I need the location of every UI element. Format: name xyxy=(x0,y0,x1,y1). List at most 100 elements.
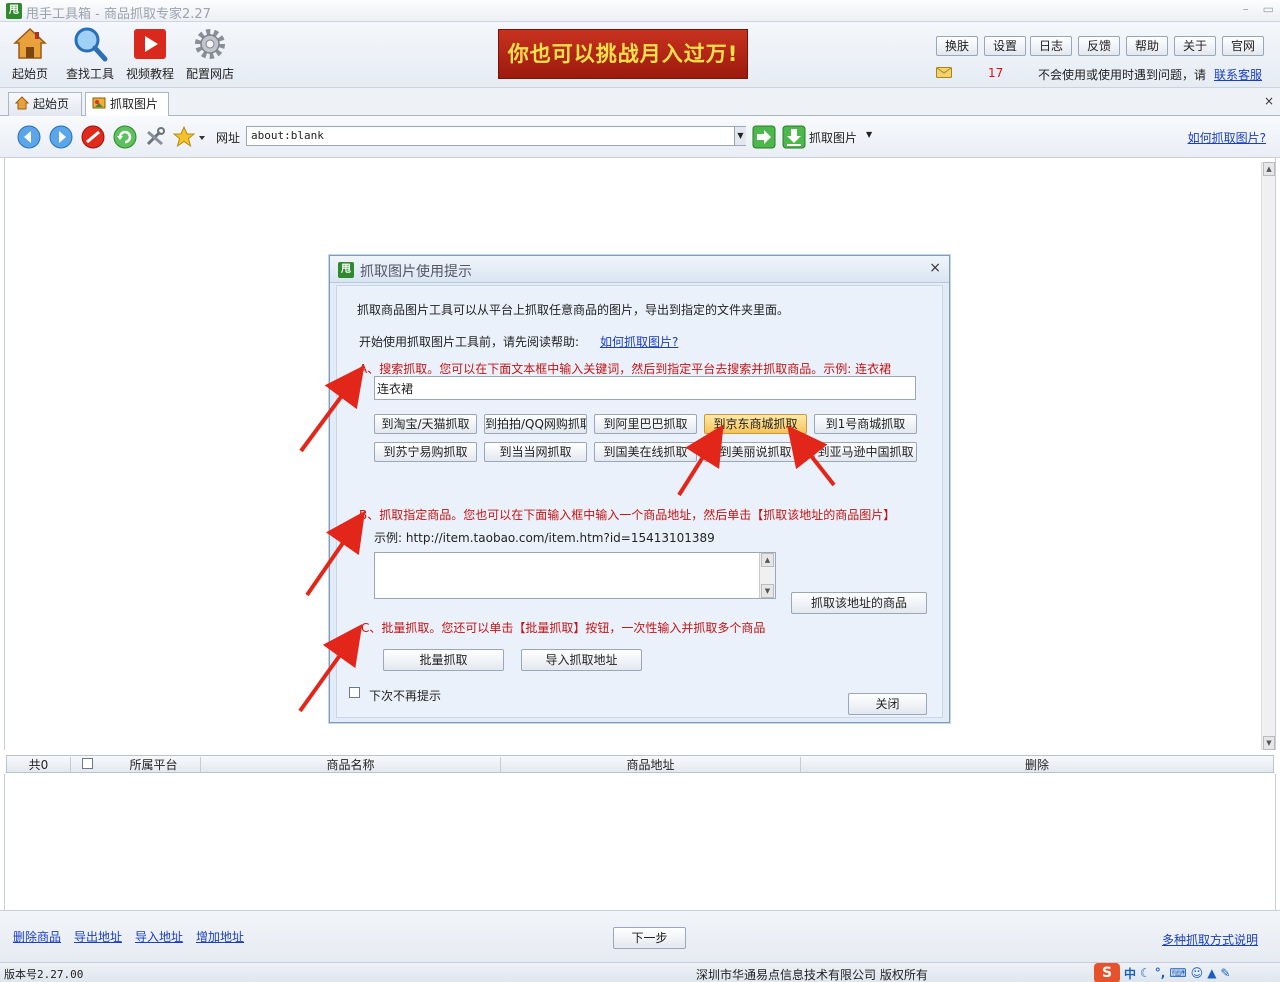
maximize-button[interactable]: ▭ xyxy=(1263,2,1274,16)
browser-scrollbar[interactable]: ▲ ▼ xyxy=(1261,162,1275,750)
tab-home-label: 起始页 xyxy=(33,97,70,111)
footer-bar: 删除商品 导出地址 导入地址 增加地址 下一步 多种抓取方式说明 xyxy=(0,910,1280,962)
textarea-scrollbar[interactable]: ▲ ▼ xyxy=(759,553,775,598)
config-shop-button[interactable]: 配置网店 xyxy=(180,26,240,82)
person-icon[interactable]: ☺ xyxy=(1191,966,1204,980)
import-urls-link[interactable]: 导入地址 xyxy=(135,928,183,945)
contact-support-link[interactable]: 联系客服 xyxy=(1214,66,1262,83)
grab-images-label: 抓取图片 xyxy=(809,131,858,145)
grab-modes-link[interactable]: 多种抓取方式说明 xyxy=(1162,931,1258,948)
column-delete[interactable]: 删除 xyxy=(801,757,1273,773)
feedback-button[interactable]: 反馈 xyxy=(1078,36,1120,56)
message-count[interactable]: 17 xyxy=(988,66,1003,80)
ime-toolbar[interactable]: S 中 ☾ °, ⌨ ☺ ▲ ✎ xyxy=(1094,963,1280,982)
select-all-checkbox[interactable] xyxy=(82,758,93,769)
delete-products-link[interactable]: 删除商品 xyxy=(13,928,61,945)
scroll-up-arrow-icon[interactable]: ▲ xyxy=(1263,162,1275,176)
yhd-grab-button[interactable]: 到1号商城抓取 xyxy=(814,414,917,434)
forward-button[interactable] xyxy=(49,125,73,149)
jd-grab-button[interactable]: 到京东商城抓取 xyxy=(704,414,807,434)
message-icon[interactable] xyxy=(936,66,952,78)
grab-images-tip-dialog: 甩 抓取图片使用提示 × 抓取商品图片工具可以从平台上抓取任意商品的图片，导出到… xyxy=(329,255,950,723)
product-table-header: 共0 所属平台 商品名称 商品地址 删除 xyxy=(6,755,1274,773)
official-site-button[interactable]: 官网 xyxy=(1222,36,1264,56)
tab-home[interactable]: 起始页 xyxy=(8,92,82,116)
url-label: 网址 xyxy=(216,131,241,145)
dialog-body: 抓取商品图片工具可以从平台上抓取任意商品的图片，导出到指定的文件夹里面。 开始使… xyxy=(336,285,943,718)
tab-grab-images[interactable]: 抓取图片 xyxy=(85,92,169,117)
url-dropdown-button[interactable]: ▼ xyxy=(734,127,746,145)
keyboard-icon[interactable]: ⌨ xyxy=(1169,966,1186,980)
log-button[interactable]: 日志 xyxy=(1030,36,1072,56)
tools-button[interactable] xyxy=(143,125,167,149)
sogou-logo-icon[interactable]: S xyxy=(1094,963,1120,982)
wrench-icon[interactable]: ✎ xyxy=(1220,966,1230,980)
alibaba-grab-button[interactable]: 到阿里巴巴抓取 xyxy=(594,414,697,434)
export-urls-link[interactable]: 导出地址 xyxy=(74,928,122,945)
back-button[interactable] xyxy=(17,125,41,149)
column-product-url[interactable]: 商品地址 xyxy=(501,757,801,773)
promo-banner[interactable]: 你也可以挑战月入过万! xyxy=(498,29,748,79)
meilishuo-grab-button[interactable]: 到美丽说抓取 xyxy=(704,442,807,462)
shirt-icon[interactable]: ▲ xyxy=(1207,966,1216,980)
scroll-down-arrow-icon[interactable]: ▼ xyxy=(1263,736,1275,750)
help-button[interactable]: 帮助 xyxy=(1126,36,1168,56)
play-video-icon xyxy=(132,26,168,62)
scroll-up-arrow-icon[interactable]: ▲ xyxy=(761,553,774,567)
dialog-close-button[interactable]: × xyxy=(929,260,941,276)
scroll-down-arrow-icon[interactable]: ▼ xyxy=(761,584,774,598)
config-shop-label: 配置网店 xyxy=(185,67,234,81)
product-table-body[interactable] xyxy=(4,774,1276,910)
skin-button[interactable]: 换肤 xyxy=(936,36,978,56)
dialog-close-btn[interactable]: 关闭 xyxy=(848,693,927,715)
section-b-text: B、抓取指定商品。您也可以在下面输入框中输入一个商品地址，然后单击【抓取该地址的… xyxy=(359,508,896,522)
dialog-title: 抓取图片使用提示 xyxy=(360,264,472,280)
nav-toolbar: 网址 about:blank ▼ 抓取图片 ▼ 如何抓取图片? xyxy=(0,116,1280,158)
app-logo-icon: 甩 xyxy=(338,262,354,278)
chevron-down-icon[interactable]: ▼ xyxy=(866,130,872,139)
amazon-grab-button[interactable]: 到亚马逊中国抓取 xyxy=(814,442,917,462)
home-tool-button[interactable]: 起始页 xyxy=(0,26,60,82)
dont-show-again-checkbox[interactable] xyxy=(349,687,360,698)
next-step-button[interactable]: 下一步 xyxy=(613,927,686,949)
close-tab-button[interactable]: × xyxy=(1264,94,1274,108)
grab-url-product-button[interactable]: 抓取该地址的商品 xyxy=(791,592,927,614)
url-input[interactable]: about:blank xyxy=(246,126,746,146)
batch-grab-button[interactable]: 批量抓取 xyxy=(383,649,504,671)
add-url-link[interactable]: 增加地址 xyxy=(196,928,244,945)
stop-button[interactable] xyxy=(81,125,105,149)
minimize-button[interactable]: – xyxy=(1243,2,1249,16)
window-controls: – ▭ xyxy=(1243,2,1274,16)
window-title: 甩手工具箱 - 商品抓取专家2.27 xyxy=(26,7,211,22)
dialog-help-link[interactable]: 如何抓取图片? xyxy=(600,333,678,350)
import-urls-button[interactable]: 导入抓取地址 xyxy=(521,649,642,671)
punctuation-icon[interactable]: °, xyxy=(1155,966,1166,980)
paipai-grab-button[interactable]: 到拍拍/QQ网购抓取 xyxy=(484,414,587,434)
how-to-grab-link[interactable]: 如何抓取图片? xyxy=(1188,129,1266,146)
favorites-button[interactable] xyxy=(172,125,206,149)
product-url-textarea[interactable]: ▲ ▼ xyxy=(374,552,776,599)
moon-icon[interactable]: ☾ xyxy=(1140,966,1151,980)
keyword-input[interactable]: 连衣裙 xyxy=(374,376,916,400)
notice-row: 17 不会使用或使用时遇到问题，请 联系客服 xyxy=(930,66,1275,82)
ime-mode[interactable]: 中 xyxy=(1124,965,1136,982)
column-product-name[interactable]: 商品名称 xyxy=(201,757,501,773)
settings-button[interactable]: 设置 xyxy=(984,36,1026,56)
tab-grab-images-label: 抓取图片 xyxy=(110,97,159,111)
title-bar: 甩 甩手工具箱 - 商品抓取专家2.27 – ▭ xyxy=(0,0,1280,22)
dialog-title-bar: 甩 抓取图片使用提示 × xyxy=(330,256,949,283)
suning-grab-button[interactable]: 到苏宁易购抓取 xyxy=(374,442,477,462)
refresh-button[interactable] xyxy=(113,125,137,149)
magnifier-icon xyxy=(72,26,108,62)
star-icon xyxy=(172,125,205,148)
video-tutorial-button[interactable]: 视频教程 xyxy=(120,26,180,82)
gome-grab-button[interactable]: 到国美在线抓取 xyxy=(594,442,697,462)
about-button[interactable]: 关于 xyxy=(1174,36,1216,56)
dangdang-grab-button[interactable]: 到当当网抓取 xyxy=(484,442,587,462)
find-tool-button[interactable]: 查找工具 xyxy=(60,26,120,82)
stop-icon xyxy=(81,125,105,149)
column-platform[interactable]: 所属平台 xyxy=(107,757,201,773)
status-bar: 版本号2.27.00 深圳市华通易点信息技术有限公司 版权所有 S 中 ☾ °,… xyxy=(0,962,1280,982)
go-button[interactable] xyxy=(752,125,776,149)
taobao-grab-button[interactable]: 到淘宝/天猫抓取 xyxy=(374,414,477,434)
